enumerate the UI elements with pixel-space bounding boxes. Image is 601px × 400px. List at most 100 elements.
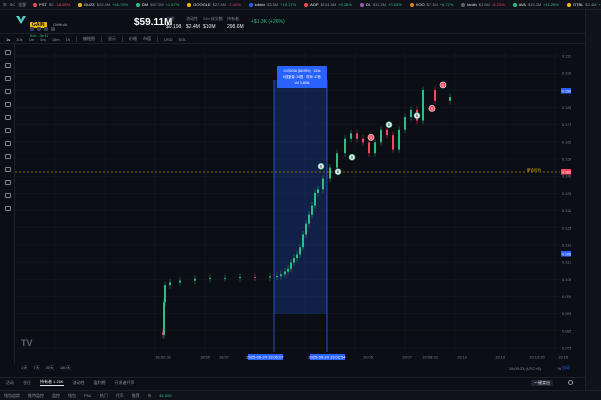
candle[interactable] (239, 277, 241, 278)
candle[interactable] (254, 277, 256, 278)
candle[interactable] (311, 205, 313, 215)
candle[interactable] (290, 262, 292, 269)
candle[interactable] (434, 89, 436, 101)
candle[interactable] (308, 214, 310, 224)
candle[interactable] (314, 192, 316, 206)
menu-icon[interactable]: ☰ (3, 2, 7, 7)
candle[interactable] (284, 271, 286, 275)
ticker-item[interactable]: AVA $15.3M +11.25% (509, 2, 563, 7)
ticker-item[interactable]: DL $11.2M +9.03% (356, 2, 406, 7)
candle[interactable] (356, 133, 358, 139)
tab-dev-tokens[interactable]: 开发者代币 (115, 380, 135, 386)
one-click-sell-button[interactable]: 一键卖出 (531, 380, 553, 386)
candle[interactable] (350, 133, 352, 139)
candle[interactable] (280, 274, 282, 277)
filter-all[interactable]: 全部 (18, 2, 26, 8)
ticker-item[interactable]: AOP $154.8M +9.28% (300, 2, 356, 7)
website-icon[interactable] (44, 27, 48, 31)
ticker-item[interactable]: XOO $7.1M +8.72% (406, 2, 458, 7)
candle[interactable] (164, 285, 166, 303)
emoji-icon[interactable] (5, 128, 11, 133)
timeframe-5m[interactable]: 5m (40, 37, 46, 42)
monitor-link[interactable]: 监控 (52, 393, 60, 399)
candle-type-button[interactable]: 蜡烛图 (83, 36, 95, 42)
ticker-item[interactable]: lobinx $3.5M +19.17% (245, 2, 300, 7)
eye-icon[interactable] (5, 193, 11, 198)
timeframe-1h[interactable]: 1h (66, 37, 70, 42)
wallet-tracker-link[interactable]: 钱包追踪 (4, 393, 20, 399)
wallet-link[interactable]: 钱包 (68, 393, 76, 399)
search-icon[interactable] (51, 27, 55, 31)
candle[interactable] (398, 129, 400, 150)
trendline-icon[interactable] (5, 63, 11, 68)
trash-icon[interactable] (5, 206, 11, 211)
star-icon[interactable] (30, 27, 34, 31)
sol-toggle[interactable]: SOL (179, 37, 187, 42)
range-180d[interactable]: 180天 (60, 365, 71, 371)
text-icon[interactable] (5, 115, 11, 120)
candle[interactable] (299, 247, 301, 255)
display-button[interactable]: 显示 (108, 36, 116, 42)
candle[interactable] (404, 117, 406, 130)
candle[interactable] (329, 167, 331, 179)
price-chart[interactable]: 0.222650.199110.195350.185550.175600.162… (15, 44, 571, 364)
twitter-icon[interactable] (37, 27, 41, 31)
candle[interactable] (293, 258, 295, 263)
lock-icon[interactable] (5, 180, 11, 185)
candle[interactable] (368, 142, 370, 154)
hot-link[interactable]: 热门 (100, 393, 108, 399)
fib-icon[interactable] (5, 89, 11, 94)
selection-range[interactable] (274, 80, 327, 314)
candle[interactable] (317, 189, 319, 193)
tab-holders[interactable]: 持有者 1.26K (40, 379, 64, 386)
ruler-icon[interactable] (5, 141, 11, 146)
candle[interactable] (362, 138, 364, 143)
candle[interactable] (305, 223, 307, 235)
timeframe-1m[interactable]: 1m (29, 37, 35, 42)
range-30d[interactable]: 30天 (45, 365, 53, 371)
timeframe-30s[interactable]: 30s (16, 37, 22, 42)
ticker-item[interactable]: PST $0 -16.65% (29, 2, 74, 7)
timeframe-15m[interactable]: 15m (52, 37, 60, 42)
candle[interactable] (449, 97, 451, 101)
candle[interactable] (296, 254, 298, 259)
refresh-icon[interactable] (568, 380, 573, 385)
referral-link[interactable]: 推荐 (132, 393, 140, 399)
auto-scale-toggle[interactable]: 自动 (562, 365, 570, 371)
ticker-item[interactable]: GTBL$2.4M+5% (563, 2, 601, 7)
candle[interactable] (374, 142, 376, 154)
candle[interactable] (422, 89, 424, 121)
candle[interactable] (163, 302, 165, 335)
candle[interactable] (344, 138, 346, 154)
magnet-icon[interactable] (5, 167, 11, 172)
usd-toggle[interactable]: USD (164, 37, 172, 42)
candle[interactable] (386, 129, 388, 136)
ticker-item[interactable]: DM $97.2M +1.57% (132, 2, 183, 7)
timeframe-1s[interactable]: 1s (6, 37, 10, 42)
chain-selector[interactable]: SC (10, 2, 16, 7)
percent-toggle[interactable]: % (557, 366, 561, 371)
mcap-toggle[interactable]: 市值 (143, 36, 151, 42)
candle[interactable] (287, 268, 289, 272)
range-1d[interactable]: 1天 (21, 365, 27, 371)
chart-canvas[interactable]: 0.222650.199110.195350.185550.175600.162… (15, 44, 571, 364)
candle[interactable] (322, 178, 324, 190)
tab-liquidity[interactable]: 流动性 (73, 380, 85, 386)
candle[interactable] (194, 278, 196, 281)
candle[interactable] (336, 153, 338, 168)
candle[interactable] (179, 280, 181, 283)
tab-positions[interactable]: 仓位 (23, 380, 31, 386)
candle[interactable] (269, 276, 271, 278)
candle[interactable] (302, 234, 304, 248)
candle[interactable] (380, 129, 382, 143)
candle[interactable] (209, 277, 211, 279)
twitter-monitor-link[interactable]: 推特监控 (28, 393, 44, 399)
brush-icon[interactable] (5, 102, 11, 107)
tokens-link[interactable]: 代币 (116, 393, 124, 399)
candle[interactable] (392, 135, 394, 150)
pnl-link[interactable]: PNL (84, 393, 92, 398)
ticker-item[interactable]: BUZZ $25.4M +46.79% (74, 2, 132, 7)
zoom-icon[interactable] (5, 154, 11, 159)
candle[interactable] (410, 109, 412, 118)
price-toggle[interactable]: 价格 (129, 36, 137, 42)
